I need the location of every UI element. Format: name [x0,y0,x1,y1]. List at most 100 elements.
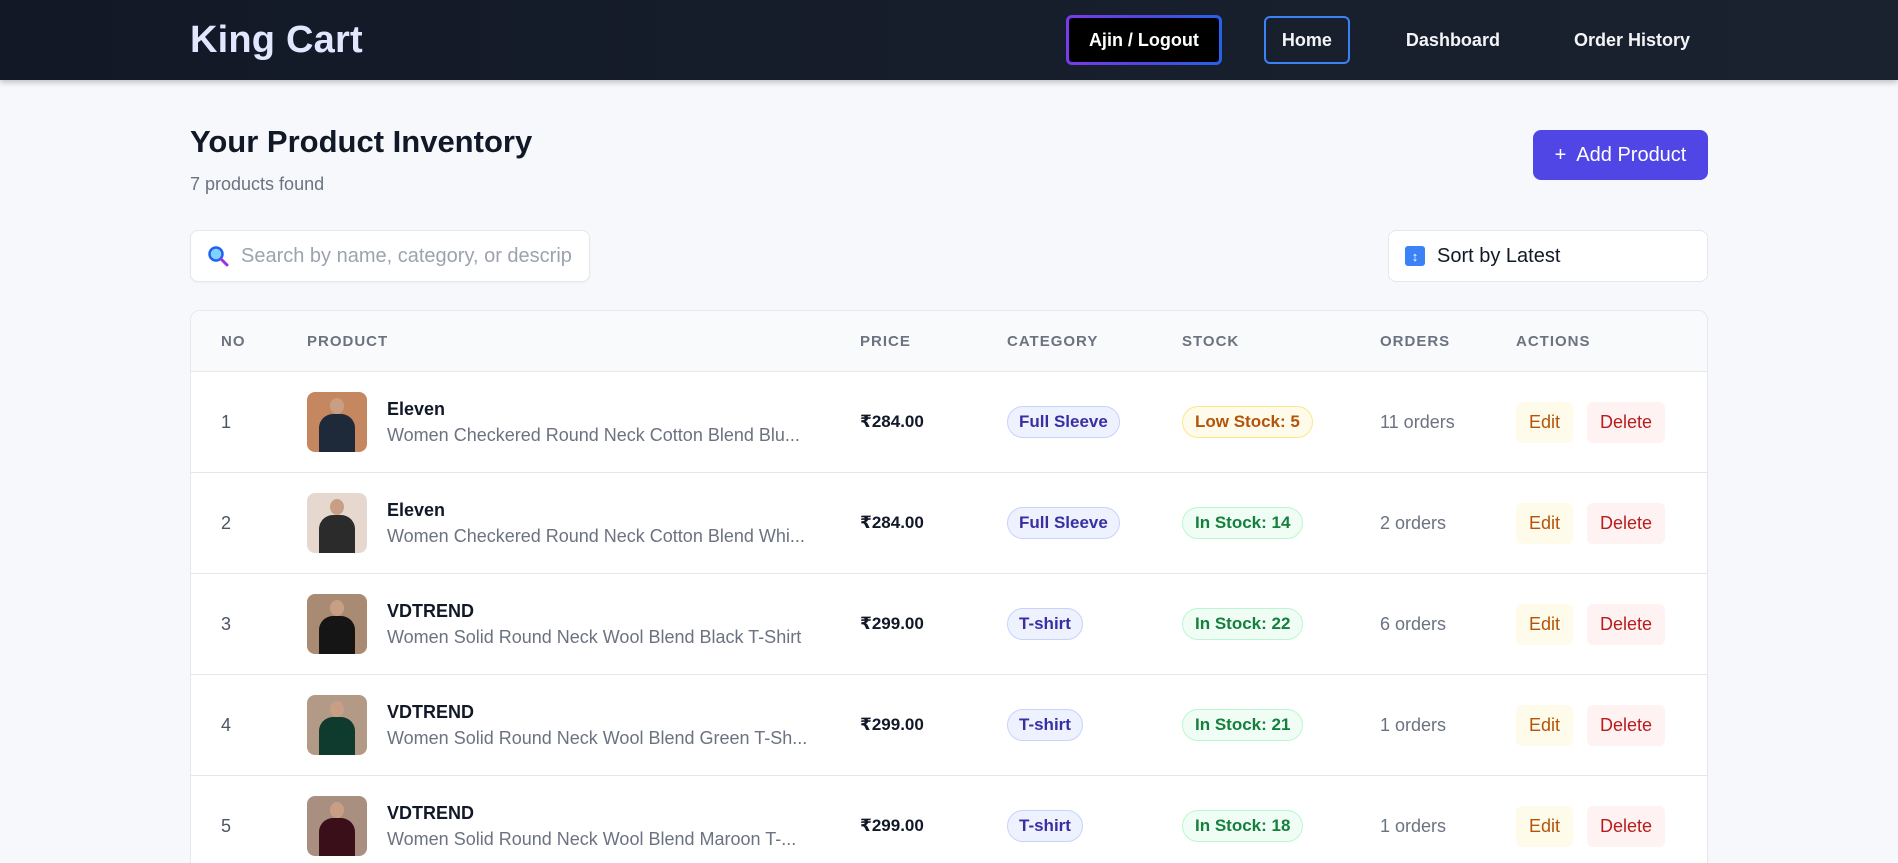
table-row: 5 VDTREND Women Solid Round Neck Wool Blen… [191,776,1707,863]
table-row: 4 VDTREND Women Solid Round Neck Wool Blen… [191,675,1707,776]
order-count: 1 orders [1380,815,1447,836]
product-description: Women Solid Round Neck Wool Blend Green … [387,727,808,748]
edit-button[interactable]: Edit [1516,704,1574,746]
thumbnail-head [330,802,344,818]
row-actions: Edit Delete [1516,401,1666,443]
nav-home[interactable]: Home [1263,16,1350,64]
logout-button[interactable]: Ajin / Logout [1066,15,1222,65]
thumbnail-head [330,499,344,515]
thumbnail-shirt [319,515,355,553]
product-cell: VDTREND Women Solid Round Neck Wool Blend… [307,796,860,856]
product-price: ₹299.00 [860,715,924,734]
table-row: 1 Eleven Women Checkered Round Neck Cotton… [191,372,1707,473]
header-product: PRODUCT [307,332,389,350]
row-number: 4 [221,714,232,735]
header-orders: ORDERS [1380,332,1451,350]
header-price: PRICE [860,332,911,350]
delete-button[interactable]: Delete [1587,401,1666,443]
row-actions: Edit Delete [1516,603,1666,645]
delete-button[interactable]: Delete [1587,805,1666,847]
product-price: ₹299.00 [860,816,924,835]
table-row: 2 Eleven Women Checkered Round Neck Cotton… [191,473,1707,574]
order-count: 6 orders [1380,613,1447,634]
product-name: VDTREND [387,701,475,722]
category-badge: Full Sleeve [1007,406,1120,438]
edit-button[interactable]: Edit [1516,805,1574,847]
header-no: NO [221,332,246,350]
product-name: VDTREND [387,802,475,823]
header-category: CATEGORY [1007,332,1099,350]
product-price: ₹284.00 [860,412,924,431]
thumbnail-shirt [319,616,355,654]
search-box [190,230,590,282]
product-description: Women Checkered Round Neck Cotton Blend … [387,525,805,546]
category-badge: Full Sleeve [1007,507,1120,539]
thumbnail-head [330,701,344,717]
edit-button[interactable]: Edit [1516,603,1574,645]
row-actions: Edit Delete [1516,704,1666,746]
product-name: Eleven [387,398,446,419]
add-product-button[interactable]: + Add Product [1533,130,1708,180]
inventory-table: NO PRODUCT PRICE CATEGORY STOCK ORDERS A… [190,310,1708,863]
header-actions: ACTIONS [1516,332,1591,350]
product-name: VDTREND [387,600,475,621]
edit-button[interactable]: Edit [1516,502,1574,544]
plus-icon: + [1554,143,1567,166]
nav-dashboard[interactable]: Dashboard [1388,16,1518,64]
row-number: 2 [221,512,232,533]
add-product-label: Add Product [1576,143,1687,166]
row-number: 1 [221,411,232,432]
thumbnail-shirt [319,717,355,755]
stock-badge: Low Stock: 5 [1182,406,1313,438]
order-count: 1 orders [1380,714,1447,735]
row-actions: Edit Delete [1516,805,1666,847]
page-title: Your Product Inventory [190,124,533,159]
delete-button[interactable]: Delete [1587,603,1666,645]
product-thumbnail [307,392,367,452]
product-thumbnail [307,594,367,654]
navbar: King Cart Ajin / Logout Home Dashboard O… [0,0,1898,80]
search-icon [208,246,229,267]
product-cell: VDTREND Women Solid Round Neck Wool Blend… [307,594,860,654]
thumbnail-shirt [319,818,355,856]
stock-badge: In Stock: 22 [1182,608,1304,640]
product-thumbnail [307,796,367,856]
row-actions: Edit Delete [1516,502,1666,544]
delete-button[interactable]: Delete [1587,502,1666,544]
main-content: Your Product Inventory 7 products found … [0,80,1898,863]
nav-links: Ajin / Logout Home Dashboard Order Histo… [1066,15,1708,65]
category-badge: T-shirt [1007,709,1083,741]
sort-arrows-icon: ↕ [1405,246,1425,266]
thumbnail-shirt [319,414,355,452]
row-number: 5 [221,815,232,836]
product-thumbnail [307,695,367,755]
product-description: Women Solid Round Neck Wool Blend Black … [387,626,802,647]
product-price: ₹299.00 [860,614,924,633]
order-count: 11 orders [1380,411,1455,432]
table-header: NO PRODUCT PRICE CATEGORY STOCK ORDERS A… [191,311,1707,372]
product-thumbnail [307,493,367,553]
nav-order-history[interactable]: Order History [1556,16,1708,64]
category-badge: T-shirt [1007,608,1083,640]
product-cell: VDTREND Women Solid Round Neck Wool Blend… [307,695,860,755]
edit-button[interactable]: Edit [1516,401,1574,443]
order-count: 2 orders [1380,512,1447,533]
stock-badge: In Stock: 18 [1182,810,1304,842]
product-name: Eleven [387,499,446,520]
delete-button[interactable]: Delete [1587,704,1666,746]
category-badge: T-shirt [1007,810,1083,842]
product-description: Women Checkered Round Neck Cotton Blend … [387,424,800,445]
product-description: Women Solid Round Neck Wool Blend Maroon… [387,828,797,849]
thumbnail-head [330,398,344,414]
product-price: ₹284.00 [860,513,924,532]
sort-select[interactable]: ↕ Sort by Latest [1388,230,1708,282]
brand-logo[interactable]: King Cart [190,19,363,62]
product-cell: Eleven Women Checkered Round Neck Cotton … [307,493,860,553]
table-row: 3 VDTREND Women Solid Round Neck Wool Blen… [191,574,1707,675]
product-cell: Eleven Women Checkered Round Neck Cotton … [307,392,860,452]
thumbnail-head [330,600,344,616]
search-input[interactable] [241,244,571,268]
stock-badge: In Stock: 21 [1182,709,1304,741]
row-number: 3 [221,613,232,634]
sort-label: Sort by Latest [1437,244,1561,267]
